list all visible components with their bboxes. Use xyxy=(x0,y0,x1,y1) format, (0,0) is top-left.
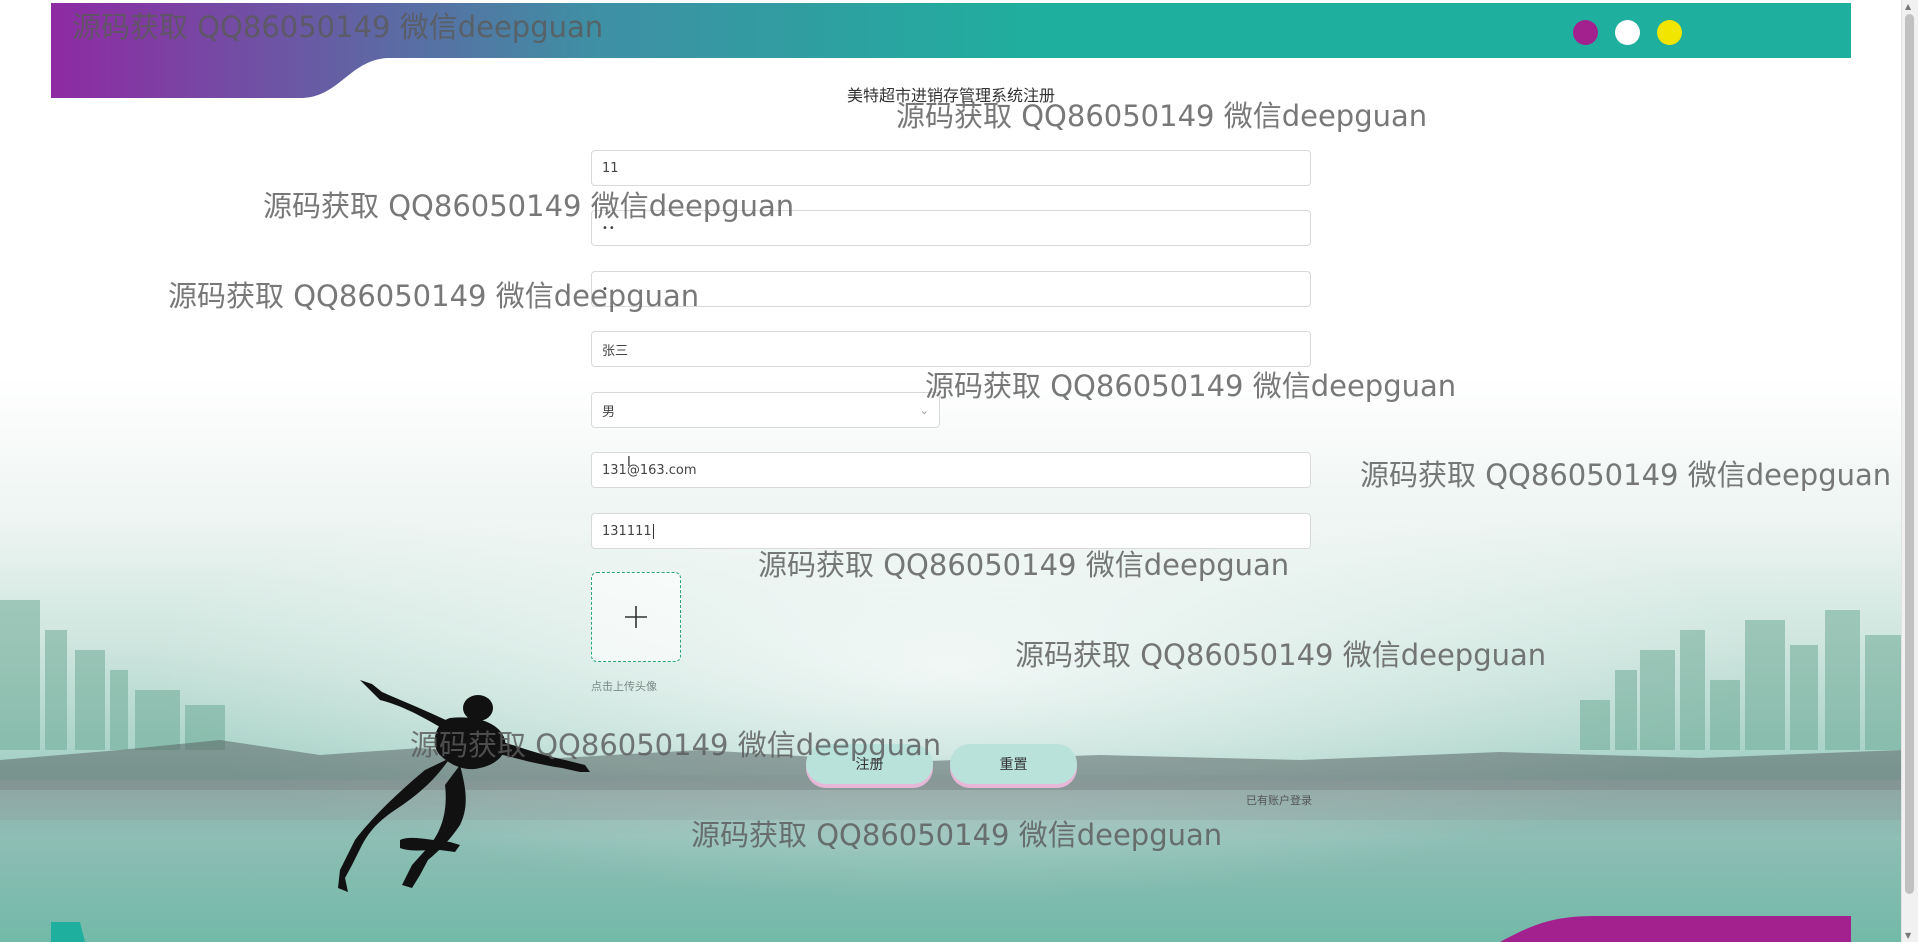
dot-purple xyxy=(1573,20,1598,45)
watermark-text: 源码获取 QQ86050149 微信deepguan xyxy=(758,548,1290,582)
account-field[interactable]: 11 xyxy=(591,150,1311,186)
watermark-text: 源码获取 QQ86050149 微信deepguan xyxy=(1015,638,1547,672)
email-value: 131@163.com xyxy=(602,462,697,478)
gender-selected: 男 xyxy=(602,404,616,420)
watermark-text: 源码获取 QQ86050149 微信deepguan xyxy=(263,189,795,223)
name-value: 张三 xyxy=(602,343,629,359)
email-field[interactable]: 131@163.com xyxy=(591,452,1311,488)
watermark-text: 源码获取 QQ86050149 微信deepguan xyxy=(896,99,1428,133)
dot-yellow xyxy=(1657,20,1682,45)
reset-button[interactable]: 重置 xyxy=(950,744,1077,784)
text-caret xyxy=(652,523,654,539)
vertical-scrollbar[interactable]: ▲ ▼ xyxy=(1901,0,1918,942)
account-value: 11 xyxy=(602,160,619,176)
phone-value: 131111 xyxy=(602,523,652,539)
dot-white xyxy=(1615,20,1640,45)
name-field[interactable]: 张三 xyxy=(591,331,1311,367)
windows-activation-watermark xyxy=(1630,846,1634,868)
footer-banner xyxy=(51,916,1851,942)
plus-icon xyxy=(625,606,647,628)
watermark-text: 源码获取 QQ86050149 微信deepguan xyxy=(925,369,1457,403)
gender-select[interactable]: 男 ⌄ xyxy=(591,392,940,428)
watermark-text: 源码获取 QQ86050149 微信deepguan xyxy=(1360,458,1892,492)
scroll-up-icon[interactable]: ▲ xyxy=(1905,2,1911,11)
login-link[interactable]: 已有账户登录 xyxy=(1246,792,1312,808)
avatar-upload-button[interactable] xyxy=(591,572,681,662)
watermark-text: 源码获取 QQ86050149 微信deepguan xyxy=(168,279,700,313)
scroll-thumb[interactable] xyxy=(1905,14,1914,894)
text-cursor-icon: I xyxy=(627,455,631,470)
watermark-text: 源码获取 QQ86050149 微信deepguan xyxy=(410,728,942,762)
runner-silhouette-image xyxy=(338,680,590,892)
watermark-text: 源码获取 QQ86050149 微信deepguan xyxy=(72,10,604,44)
scroll-down-icon[interactable]: ▼ xyxy=(1905,931,1911,940)
watermark-text: 源码获取 QQ86050149 微信deepguan xyxy=(691,818,1223,852)
chevron-down-icon: ⌄ xyxy=(919,403,929,417)
header-decor-dots xyxy=(1573,20,1682,45)
